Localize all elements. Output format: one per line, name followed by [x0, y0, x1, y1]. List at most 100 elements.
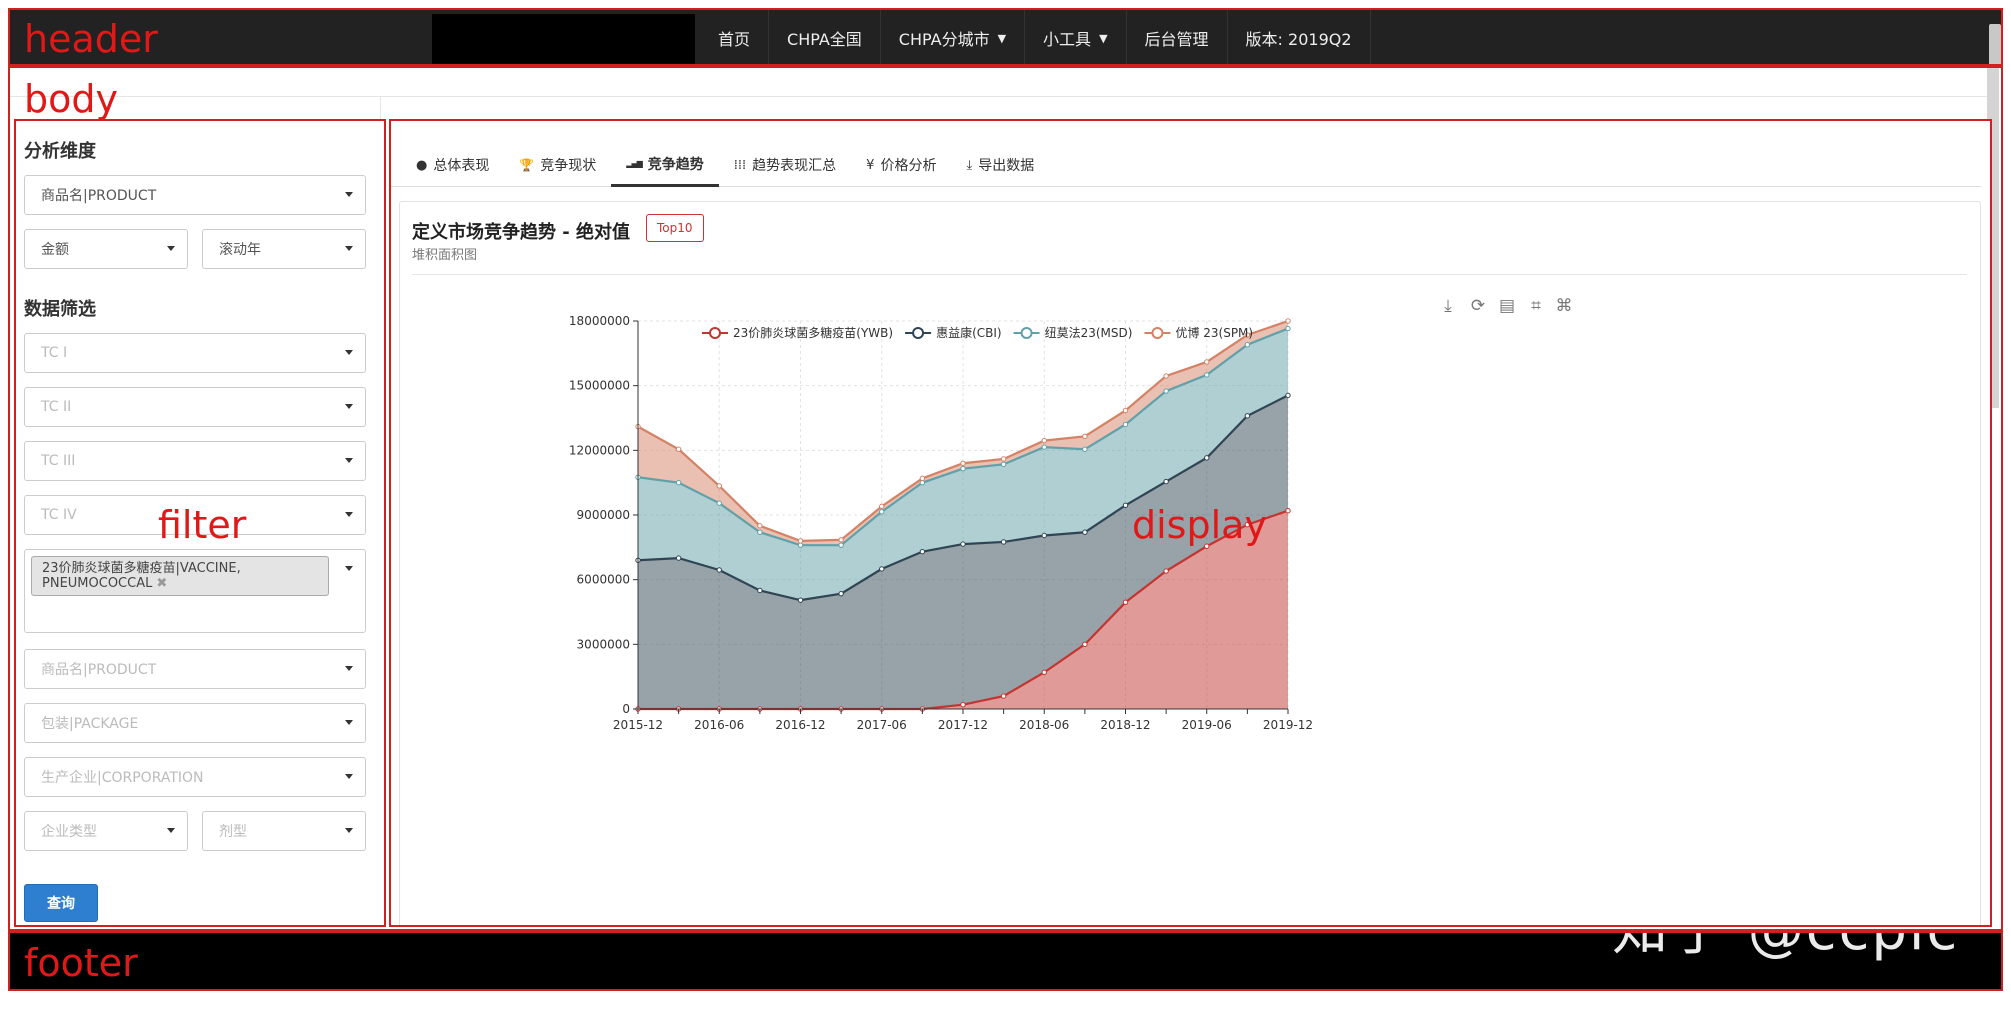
y-tick-label: 18000000: [569, 314, 630, 328]
tab-2[interactable]: ▂▄▆ 竞争趋势: [611, 143, 719, 187]
data-point: [838, 542, 844, 548]
trophy-icon: 🏆: [519, 158, 535, 172]
data-point: [960, 541, 966, 547]
data-point: [1082, 529, 1088, 535]
data-point: [675, 555, 682, 561]
tab-label: 竞争趋势: [647, 156, 704, 173]
data-point: [757, 529, 763, 535]
x-tick-label: 2016-12: [775, 718, 825, 732]
chevron-down-icon: [345, 512, 353, 517]
y-tick-label: 3000000: [577, 637, 630, 651]
data-point: [1285, 507, 1291, 514]
legend-label: 23价肺炎球菌多糖疫苗(YWB): [733, 325, 893, 340]
body-column-divider: [380, 96, 381, 122]
stacked-area-chart: 0 3000000 6000000 9000000 12000000 15000000 18…: [569, 314, 1313, 732]
x-tick-label: 2018-06: [1019, 718, 1069, 732]
data-point: [1204, 455, 1210, 461]
dosage-placeholder: 剂型: [219, 824, 247, 840]
data-point: [1082, 433, 1088, 440]
legend-label: 纽莫法23(MSD): [1045, 326, 1133, 340]
metric-select[interactable]: 金额: [24, 229, 188, 269]
legend-label: 惠益康(CBI): [936, 325, 1002, 340]
tc3-select[interactable]: TC III: [24, 441, 366, 481]
molecule-multiselect[interactable]: 23价肺炎球菌多糖疫苗|VACCINE, PNEUMOCOCCAL ✖: [24, 549, 366, 633]
tc4-placeholder: TC IV: [41, 507, 77, 523]
data-point: [919, 475, 926, 482]
data-point: [716, 567, 722, 573]
data-point: [919, 479, 926, 486]
data-point: [1244, 342, 1251, 348]
data-point: [797, 597, 804, 603]
chart-card: 定义市场竞争趋势 - 绝对值 Top10 堆积面积图 ⤓ ⟳ ▤ ⌗ ⌘ 0 30…: [399, 201, 1981, 927]
chevron-down-icon: [167, 246, 175, 251]
metric-value: 金额: [41, 242, 69, 258]
x-tick-label: 2019-12: [1263, 718, 1313, 732]
nav-item-2[interactable]: CHPA分城市 ▼: [881, 10, 1026, 66]
legend-symbol: [1020, 327, 1033, 339]
data-point: [1000, 539, 1007, 545]
nav-item-0[interactable]: 首页: [700, 10, 770, 66]
tab-label: 竞争现状: [540, 158, 597, 174]
data-point: [716, 483, 722, 489]
package-select[interactable]: 包装|PACKAGE: [24, 703, 366, 743]
dimension-value: 商品名|PRODUCT: [41, 188, 157, 204]
data-point: [879, 566, 885, 572]
nav-item-5[interactable]: 版本: 2019Q2: [1228, 10, 1371, 66]
data-point: [960, 460, 966, 466]
nav-item-3[interactable]: 小工具 ▼: [1025, 10, 1127, 66]
data-point: [1041, 437, 1047, 444]
period-select[interactable]: 滚动年: [202, 229, 366, 269]
nav-item-4[interactable]: 后台管理: [1127, 10, 1228, 66]
brand-logo-area[interactable]: [432, 14, 695, 66]
tab-0[interactable]: ● 总体表现: [401, 143, 504, 187]
product-select[interactable]: 商品名|PRODUCT: [24, 649, 366, 689]
caret-down-icon: ▼: [997, 31, 1007, 45]
data-point: [1163, 568, 1169, 574]
legend-label: 优博 23(SPM): [1175, 325, 1253, 340]
legend-symbol: [709, 327, 721, 339]
remove-tag-icon[interactable]: ✖: [156, 576, 167, 591]
tab-3[interactable]: ⁞⁞⁞ 趋势表现汇总: [719, 143, 851, 187]
nav-item-label: 首页: [718, 30, 751, 49]
data-point: [1285, 325, 1291, 332]
data-point: [1122, 407, 1129, 414]
tab-1[interactable]: 🏆 竞争现状: [504, 143, 611, 187]
corp-type-select[interactable]: 企业类型: [24, 811, 188, 851]
main-nav: 首页 CHPA全国 CHPA分城市 ▼ 小工具 ▼ 后台管理 版本: 2019Q2: [700, 10, 1371, 66]
dimension-select[interactable]: 商品名|PRODUCT: [24, 175, 366, 215]
chevron-down-icon: [345, 350, 353, 355]
data-point: [1082, 446, 1088, 452]
signal-icon: ▂▄▆: [626, 159, 643, 168]
corporation-select[interactable]: 生产企业|CORPORATION: [24, 757, 366, 797]
body-annotation-label: body: [24, 77, 118, 121]
window-scrollbar[interactable]: [1989, 24, 2001, 70]
query-button[interactable]: 查询: [24, 884, 98, 922]
tab-4[interactable]: ¥ 价格分析: [851, 143, 951, 187]
corporation-placeholder: 生产企业|CORPORATION: [41, 770, 204, 786]
y-tick-label: 0: [622, 702, 630, 716]
data-point: [797, 538, 804, 544]
data-point: [1000, 693, 1007, 699]
data-point: [1041, 669, 1047, 676]
x-tick-label: 2015-12: [613, 718, 663, 732]
chevron-down-icon: [345, 828, 353, 833]
chevron-down-icon: [345, 666, 353, 671]
header-annotation-label: header: [24, 17, 158, 61]
tc1-select[interactable]: TC I: [24, 333, 366, 373]
tc2-select[interactable]: TC II: [24, 387, 366, 427]
x-tick-label: 2016-06: [694, 718, 744, 732]
tab-5[interactable]: ⤓ 导出数据: [951, 143, 1049, 187]
chevron-down-icon: [345, 192, 353, 197]
data-point: [1122, 599, 1129, 605]
dosage-select[interactable]: 剂型: [202, 811, 366, 851]
tab-label: 导出数据: [978, 158, 1035, 174]
nav-item-label: CHPA全国: [787, 30, 862, 49]
tc1-placeholder: TC I: [41, 345, 68, 361]
data-point: [1163, 478, 1169, 485]
data-filter-title: 数据筛选: [24, 299, 96, 320]
caret-down-icon: ▼: [1099, 31, 1108, 45]
nav-item-1[interactable]: CHPA全国: [769, 10, 881, 66]
data-point: [1163, 373, 1169, 379]
tc3-placeholder: TC III: [41, 453, 76, 469]
molecule-tag[interactable]: 23价肺炎球菌多糖疫苗|VACCINE, PNEUMOCOCCAL ✖: [31, 556, 329, 596]
